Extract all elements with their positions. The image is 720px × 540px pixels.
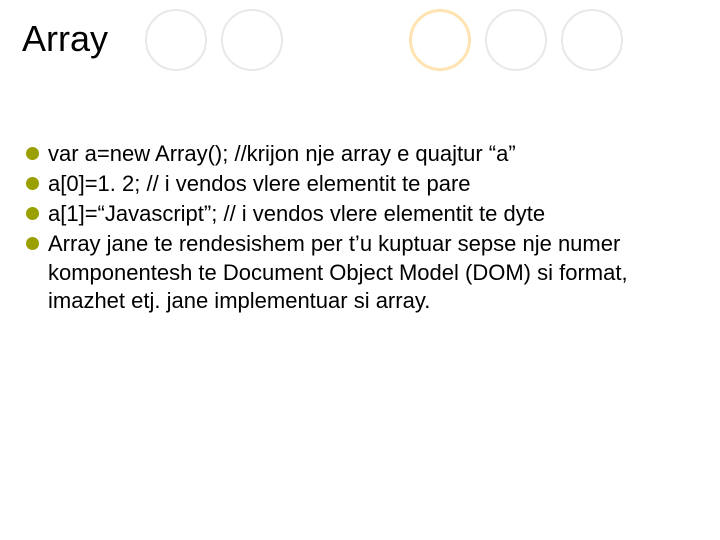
bullet-icon [26, 207, 39, 220]
circle-deco [485, 9, 547, 71]
circle-deco [145, 9, 207, 71]
list-item: Array jane te rendesishem per t’u kuptua… [26, 230, 696, 314]
list-item-text: var a=new Array(); //krijon nje array e … [48, 141, 516, 166]
list-item: a[1]=“Javascript”; // i vendos vlere ele… [26, 200, 696, 228]
bullet-list: var a=new Array(); //krijon nje array e … [26, 140, 696, 317]
bullet-icon [26, 147, 39, 160]
list-item-text: a[1]=“Javascript”; // i vendos vlere ele… [48, 201, 545, 226]
list-item: var a=new Array(); //krijon nje array e … [26, 140, 696, 168]
circle-deco [221, 9, 283, 71]
list-item: a[0]=1. 2; // i vendos vlere elementit t… [26, 170, 696, 198]
circle-deco [561, 9, 623, 71]
slide-title: Array [22, 18, 108, 60]
circle-deco [409, 9, 471, 71]
bullet-icon [26, 237, 39, 250]
list-item-text: Array jane te rendesishem per t’u kuptua… [48, 231, 628, 312]
list-item-text: a[0]=1. 2; // i vendos vlere elementit t… [48, 171, 471, 196]
slide: Array var a=new Array(); //krijon nje ar… [0, 0, 720, 540]
bullet-icon [26, 177, 39, 190]
